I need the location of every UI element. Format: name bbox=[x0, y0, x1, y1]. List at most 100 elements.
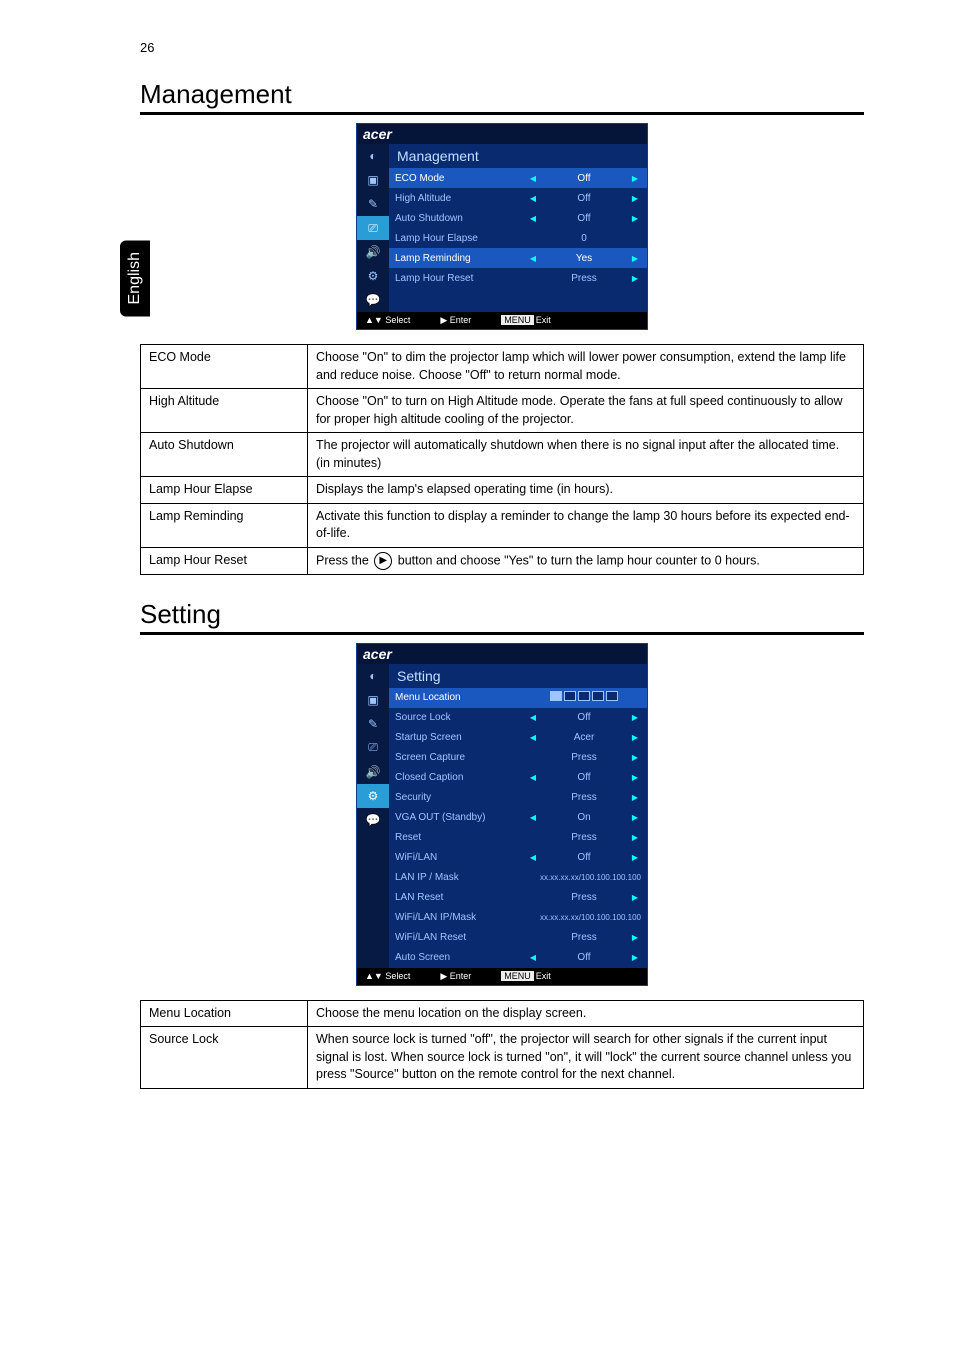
osd-row: WiFi/LAN◀Off▶ bbox=[389, 848, 647, 868]
osd-row-altitude: High Altitude ◀ Off ▶ bbox=[389, 188, 647, 208]
osd-row: Startup Screen◀Acer▶ bbox=[389, 728, 647, 748]
left-arrow-icon: ◀ bbox=[527, 953, 539, 962]
osd-value: Press bbox=[539, 892, 629, 903]
right-arrow-icon: ▶ bbox=[629, 833, 641, 842]
osd-tab-color: ◐ bbox=[357, 144, 389, 168]
osd-footer-menu-key: MENU bbox=[501, 971, 534, 981]
osd-label: VGA OUT (Standby) bbox=[395, 812, 527, 823]
management-table: ECO Mode Choose "On" to dim the projecto… bbox=[140, 344, 864, 575]
table-row: Menu Location Choose the menu location o… bbox=[141, 1000, 864, 1027]
right-arrow-icon: ▶ bbox=[629, 174, 641, 183]
osd-value: Off bbox=[539, 173, 629, 184]
osd-label: LAN IP / Mask bbox=[395, 872, 518, 883]
right-arrow-icon: ▶ bbox=[629, 933, 641, 942]
osd-label: Source Lock bbox=[395, 712, 527, 723]
osd-tab-management: ⎚ bbox=[357, 736, 389, 760]
osd-tab-color: ◐ bbox=[357, 664, 389, 688]
right-arrow-icon: ▶ bbox=[629, 853, 641, 862]
osd-value: Off bbox=[539, 852, 629, 863]
osd-row: Reset Press▶ bbox=[389, 828, 647, 848]
osd-value: Press bbox=[539, 752, 629, 763]
osd-value: Press bbox=[539, 932, 629, 943]
left-arrow-icon: ◀ bbox=[527, 174, 539, 183]
osd-value: 0 bbox=[539, 233, 629, 244]
menu-location-icons bbox=[550, 691, 618, 701]
setting-osd: acer ◐ ▣ ✎ ⎚ 🔊 ⚙ 💬 Setting Menu Location bbox=[140, 643, 864, 986]
table-row: Source Lock When source lock is turned "… bbox=[141, 1027, 864, 1089]
setting-table: Menu Location Choose the menu location o… bbox=[140, 1000, 864, 1089]
osd-footer-select: ▲▼ Select bbox=[365, 315, 410, 326]
osd-value: Yes bbox=[539, 253, 629, 264]
management-heading: Management bbox=[140, 79, 864, 115]
osd-tab-image: ▣ bbox=[357, 168, 389, 192]
left-arrow-icon: ◀ bbox=[527, 194, 539, 203]
osd-footer-exit: Exit bbox=[536, 971, 551, 981]
left-arrow-icon: ◀ bbox=[527, 214, 539, 223]
osd-label: Auto Screen bbox=[395, 952, 527, 963]
osd-title: Setting bbox=[389, 664, 647, 688]
osd-label: Startup Screen bbox=[395, 732, 527, 743]
cell-desc: Choose "On" to turn on High Altitude mod… bbox=[308, 389, 864, 433]
table-row: Lamp Hour Reset Press the ▶ button and c… bbox=[141, 547, 864, 574]
osd-footer-enter: ▶ Enter bbox=[440, 971, 471, 982]
table-row: Lamp Hour Elapse Displays the lamp's ela… bbox=[141, 477, 864, 504]
osd-label: Reset bbox=[395, 832, 527, 843]
cell-desc: The projector will automatically shutdow… bbox=[308, 433, 864, 477]
cell-name: Lamp Hour Elapse bbox=[141, 477, 308, 504]
right-arrow-icon: ▶ bbox=[629, 274, 641, 283]
osd-footer-select: ▲▼ Select bbox=[365, 971, 410, 982]
right-arrow-icon: ▶ bbox=[629, 713, 641, 722]
right-arrow-icon: ▶ bbox=[629, 194, 641, 203]
osd-row: WiFi/LAN ResetPress▶ bbox=[389, 928, 647, 948]
osd-label: WiFi/LAN bbox=[395, 852, 527, 863]
osd-label: Menu Location bbox=[395, 692, 539, 703]
cell-name: ECO Mode bbox=[141, 345, 308, 389]
left-arrow-icon: ◀ bbox=[527, 254, 539, 263]
osd-label: Lamp Hour Reset bbox=[395, 273, 527, 284]
osd-footer-menu-key: MENU bbox=[501, 315, 534, 325]
osd-tab-audio: 🔊 bbox=[357, 760, 389, 784]
table-row: Auto Shutdown The projector will automat… bbox=[141, 433, 864, 477]
table-row: Lamp Reminding Activate this function to… bbox=[141, 503, 864, 547]
osd-tab-display: ✎ bbox=[357, 192, 389, 216]
osd-row-lampreset: Lamp Hour Reset Press ▶ bbox=[389, 268, 647, 288]
right-arrow-icon: ▶ bbox=[629, 214, 641, 223]
osd-label: Security bbox=[395, 792, 527, 803]
osd-label: High Altitude bbox=[395, 193, 527, 204]
cell-desc: Displays the lamp's elapsed operating ti… bbox=[308, 477, 864, 504]
osd-value: On bbox=[539, 812, 629, 823]
osd-row: WiFi/LAN IP/Maskxx.xx.xx.xx/100.100.100.… bbox=[389, 908, 647, 928]
cell-name: Lamp Hour Reset bbox=[141, 547, 308, 574]
right-arrow-icon: ▶ bbox=[629, 733, 641, 742]
osd-value: Press bbox=[539, 832, 629, 843]
osd-row: Screen CapturePress▶ bbox=[389, 748, 647, 768]
cell-desc: When source lock is turned "off", the pr… bbox=[308, 1027, 864, 1089]
osd-tab-setting: ⚙ bbox=[357, 784, 389, 808]
osd-row: SecurityPress▶ bbox=[389, 788, 647, 808]
right-arrow-icon: ▶ bbox=[629, 753, 641, 762]
right-arrow-icon: ▶ bbox=[629, 773, 641, 782]
osd-tab-management: ⎚ bbox=[357, 216, 389, 240]
osd-label: WiFi/LAN IP/Mask bbox=[395, 912, 518, 923]
cell-desc: Choose "On" to dim the projector lamp wh… bbox=[308, 345, 864, 389]
osd-label: LAN Reset bbox=[395, 892, 527, 903]
osd-row-menulocation: Menu Location bbox=[389, 688, 647, 708]
osd-row-autoshutdown: Auto Shutdown ◀ Off ▶ bbox=[389, 208, 647, 228]
osd-value: xx.xx.xx.xx/100.100.100.100 bbox=[518, 913, 641, 922]
page-number: 26 bbox=[140, 40, 864, 55]
management-osd: acer ◐ ▣ ✎ ⎚ 🔊 ⚙ 💬 Management ECO Mode ◀ bbox=[140, 123, 864, 330]
osd-footer: ▲▼ Select ▶ Enter MENUExit bbox=[357, 968, 647, 985]
osd-tab-audio: 🔊 bbox=[357, 240, 389, 264]
osd-value: Off bbox=[539, 213, 629, 224]
osd-label: Closed Caption bbox=[395, 772, 527, 783]
cell-name: Menu Location bbox=[141, 1000, 308, 1027]
right-arrow-icon: ▶ bbox=[629, 813, 641, 822]
osd-footer-exit: Exit bbox=[536, 315, 551, 325]
osd-title: Management bbox=[389, 144, 647, 168]
cell-name: Source Lock bbox=[141, 1027, 308, 1089]
osd-label: Lamp Hour Elapse bbox=[395, 233, 527, 244]
osd-row: Source Lock◀Off▶ bbox=[389, 708, 647, 728]
osd-value: Off bbox=[539, 193, 629, 204]
left-arrow-icon: ◀ bbox=[527, 713, 539, 722]
osd-row-lampremind: Lamp Reminding ◀ Yes ▶ bbox=[389, 248, 647, 268]
